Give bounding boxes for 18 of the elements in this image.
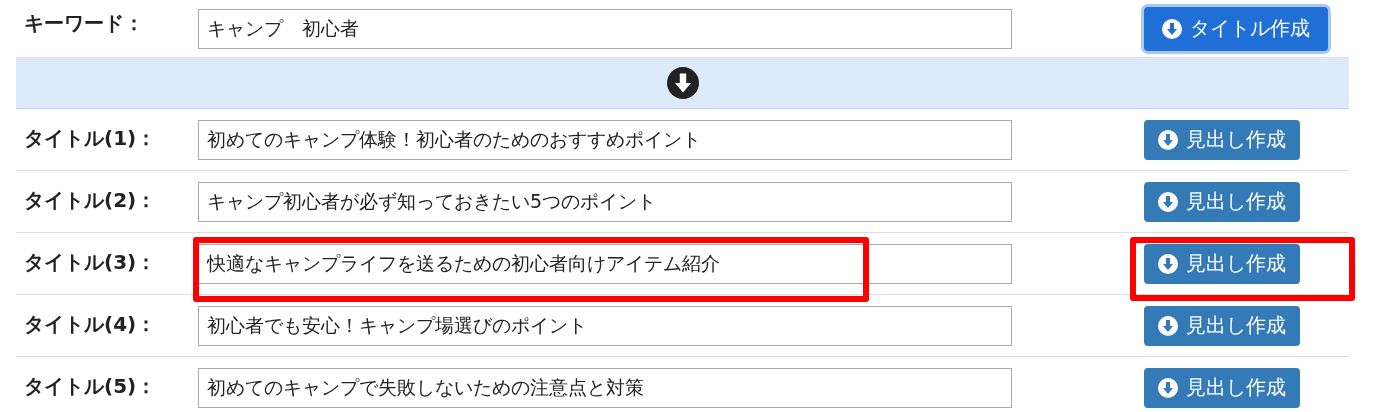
- create-heading-button[interactable]: 見出し作成: [1144, 305, 1300, 346]
- title-label: タイトル(2)：: [23, 187, 158, 214]
- title-field[interactable]: キャンプ初心者が必ず知っておきたい5つのポイント: [198, 181, 1012, 222]
- title-field[interactable]: 初めてのキャンプで失敗しないための注意点と対策: [198, 367, 1012, 408]
- keyword-field[interactable]: キャンプ 初心者: [198, 8, 1012, 49]
- create-heading-button[interactable]: 見出し作成: [1144, 181, 1300, 222]
- title-field[interactable]: 快適なキャンプライフを送るための初心者向けアイテム紹介: [198, 243, 1012, 284]
- keyword-label: キーワード：: [23, 10, 145, 37]
- title-field[interactable]: 初心者でも安心！キャンプ場選びのポイント: [198, 305, 1012, 346]
- title-field[interactable]: 初めてのキャンプ体験！初心者のためのおすすめポイント: [198, 119, 1012, 160]
- create-heading-button[interactable]: 見出し作成: [1144, 119, 1300, 160]
- create-heading-button[interactable]: 見出し作成: [1144, 243, 1300, 284]
- title-label: タイトル(3)：: [23, 249, 158, 276]
- create-heading-button[interactable]: 見出し作成: [1144, 367, 1300, 408]
- title-label: タイトル(5)：: [23, 373, 158, 400]
- title-label: タイトル(4)：: [23, 311, 158, 338]
- title-label: タイトル(1)：: [23, 125, 158, 152]
- create-title-button[interactable]: タイトル作成: [1144, 6, 1328, 51]
